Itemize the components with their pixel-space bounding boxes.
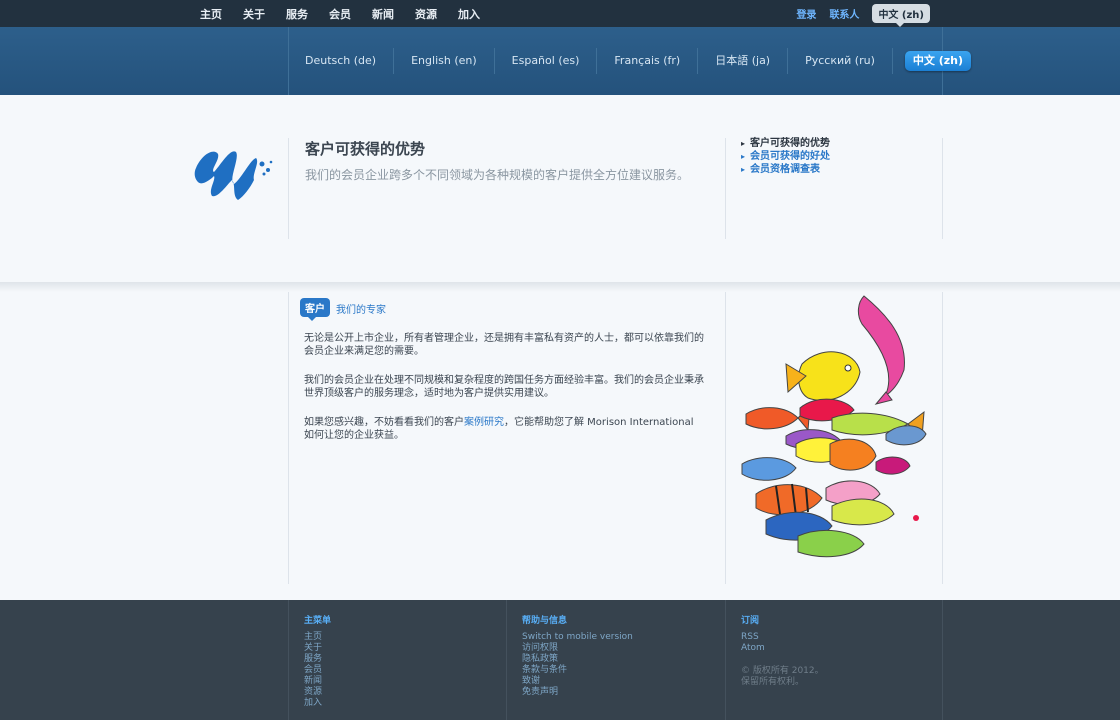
language-list: Deutsch (de) English (en) Español (es) F… [288, 27, 971, 95]
nav-home[interactable]: 主页 [200, 6, 222, 22]
copyright-line: © 版权所有 2012。 [741, 666, 824, 676]
top-right-links: 登录 联系人 中文 (zh) [796, 0, 930, 27]
case-study-link[interactable]: 案例研究 [464, 417, 504, 428]
nav-members[interactable]: 会员 [329, 6, 351, 22]
section-nav-current[interactable]: 客户可获得的优势 [741, 137, 830, 150]
divider [288, 138, 289, 239]
top-nav: 主页 关于 服务 会员 新闻 资源 加入 [200, 0, 501, 27]
divider [725, 600, 726, 720]
nav-resources[interactable]: 资源 [415, 6, 437, 22]
top-bar: 主页 关于 服务 会员 新闻 资源 加入 登录 联系人 中文 (zh) [0, 0, 1120, 27]
divider [506, 600, 507, 720]
nav-about[interactable]: 关于 [243, 6, 265, 22]
section-nav-member-benefits[interactable]: 会员可获得的好处 [741, 150, 830, 163]
footer-subscribe: 订阅 RSS Atom © 版权所有 2012。 保留所有权利。 [741, 616, 824, 688]
footer-heading: 帮助与信息 [522, 616, 568, 626]
footer-link-terms[interactable]: 条款与条件 [522, 665, 633, 676]
lang-ja[interactable]: 日本語 (ja) [698, 48, 789, 74]
lang-fr[interactable]: Français (fr) [597, 48, 699, 74]
section-separator [0, 282, 1120, 292]
language-bar: Deutsch (de) English (en) Español (es) F… [0, 27, 1120, 95]
footer-link-access[interactable]: 访问权限 [522, 643, 633, 654]
contact-link[interactable]: 联系人 [829, 6, 859, 21]
footer-link-join[interactable]: 加入 [304, 698, 331, 709]
lang-zh-active[interactable]: 中文 (zh) [904, 51, 971, 71]
footer-link-credits[interactable]: 致谢 [522, 676, 633, 687]
lang-es[interactable]: Español (es) [495, 48, 598, 74]
footer-link-members[interactable]: 会员 [304, 665, 331, 676]
footer-link-services[interactable]: 服务 [304, 654, 331, 665]
footer-link-privacy[interactable]: 隐私政策 [522, 654, 633, 665]
paragraph: 我们的会员企业在处理不同规模和复杂程度的跨国任务方面经验丰富。我们的会员企业秉承… [304, 375, 704, 399]
paragraph: 无论是公开上市企业，所有者管理企业，还是拥有丰富私有资产的人士，都可以依靠我们的… [304, 333, 704, 357]
divider [725, 292, 726, 584]
section-nav-membership-survey[interactable]: 会员资格调查表 [741, 163, 830, 176]
nav-join[interactable]: 加入 [458, 6, 480, 22]
footer-heading: 主菜单 [304, 616, 332, 626]
divider [288, 600, 289, 720]
footer-link-atom[interactable]: Atom [741, 643, 824, 654]
copyright: © 版权所有 2012。 保留所有权利。 [741, 666, 824, 688]
fish-illustration-icon [741, 295, 927, 558]
login-link[interactable]: 登录 [796, 6, 816, 21]
nav-news[interactable]: 新闻 [372, 6, 394, 22]
current-language-badge[interactable]: 中文 (zh) [872, 4, 930, 27]
divider [942, 138, 943, 239]
divider [725, 138, 726, 239]
footer-link-mobile[interactable]: Switch to mobile version [522, 632, 633, 643]
footer-heading: 订阅 [741, 616, 760, 626]
copyright-line: 保留所有权利。 [741, 677, 805, 687]
footer-link-about[interactable]: 关于 [304, 643, 331, 654]
lang-ru[interactable]: Русский (ru) [788, 48, 893, 74]
text: 如果您感兴趣，不妨看看我们的客户 [304, 417, 464, 428]
page-title: 客户可获得的优势 [305, 140, 426, 158]
hero-section [0, 95, 1120, 282]
divider [942, 292, 943, 584]
footer-main-menu: 主菜单 主页 关于 服务 会员 新闻 资源 加入 [304, 616, 331, 709]
footer-link-home[interactable]: 主页 [304, 632, 331, 643]
page-description: 我们的会员企业跨多个不同领域为各种规模的客户提供全方位建议服务。 [305, 168, 690, 182]
article-body: 无论是公开上市企业，所有者管理企业，还是拥有丰富私有资产的人士，都可以依靠我们的… [304, 332, 706, 458]
client-tag: 客户 [300, 298, 330, 321]
footer-help-info: 帮助与信息 Switch to mobile version 访问权限 隐私政策… [522, 616, 633, 698]
footer-link-news[interactable]: 新闻 [304, 676, 331, 687]
footer-link-rss[interactable]: RSS [741, 632, 824, 643]
paragraph: 如果您感兴趣，不妨看看我们的客户案例研究，它能帮助您了解 Morison Int… [304, 416, 706, 442]
nav-services[interactable]: 服务 [286, 6, 308, 22]
divider [288, 292, 289, 584]
section-nav: 客户可获得的优势 会员可获得的好处 会员资格调查表 [741, 137, 830, 176]
experts-link[interactable]: 我们的专家 [336, 301, 386, 316]
divider [942, 600, 943, 720]
footer-link-resources[interactable]: 资源 [304, 687, 331, 698]
lang-en[interactable]: English (en) [394, 48, 495, 74]
morison-logo-icon[interactable] [192, 140, 276, 202]
lang-de[interactable]: Deutsch (de) [288, 48, 395, 74]
footer-link-disclaimer[interactable]: 免责声明 [522, 687, 633, 698]
